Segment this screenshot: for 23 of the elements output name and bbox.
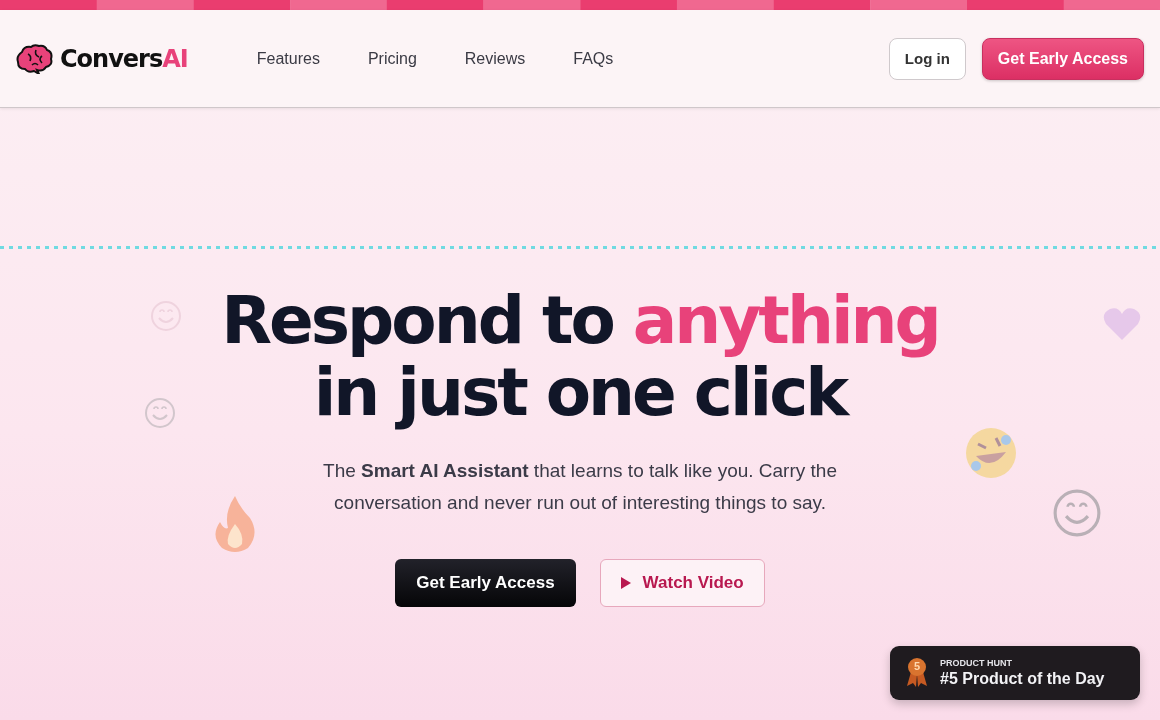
nav-link[interactable]: FAQs: [573, 49, 614, 68]
product-hunt-badge[interactable]: 5 PRODUCT HUNT #5 Product of the Day: [890, 646, 1140, 700]
early-access-button[interactable]: Get Early Access: [981, 37, 1144, 80]
laughing-face-icon: [964, 426, 1018, 480]
hero-headline: Respond to anything in just one click: [221, 285, 939, 429]
brain-icon: [16, 43, 54, 74]
smiley-icon: [1052, 488, 1102, 538]
login-button[interactable]: Log in: [888, 37, 966, 80]
smiley-icon: [144, 397, 176, 429]
medal-number: 5: [912, 660, 922, 672]
logo-link[interactable]: ConversAI: [16, 43, 188, 74]
nav-link[interactable]: Features: [256, 49, 320, 68]
heart-icon: [1102, 306, 1142, 342]
play-icon: [620, 577, 631, 589]
nav-link[interactable]: Pricing: [367, 49, 417, 68]
badge-eyebrow: PRODUCT HUNT: [940, 658, 1013, 668]
hero-subtitle: The Smart AI Assistant that learns to talk like you. Carry the conversation and never run out of interesting things to say.: [322, 459, 838, 515]
nav-link[interactable]: Reviews: [464, 49, 526, 68]
early-access-button[interactable]: Get Early Access: [395, 559, 576, 607]
logo-text: ConversAI: [60, 44, 188, 73]
watch-video-button[interactable]: Watch Video: [599, 559, 765, 607]
medal-icon: [906, 658, 928, 688]
badge-title: #5 Product of the Day: [940, 670, 1105, 688]
